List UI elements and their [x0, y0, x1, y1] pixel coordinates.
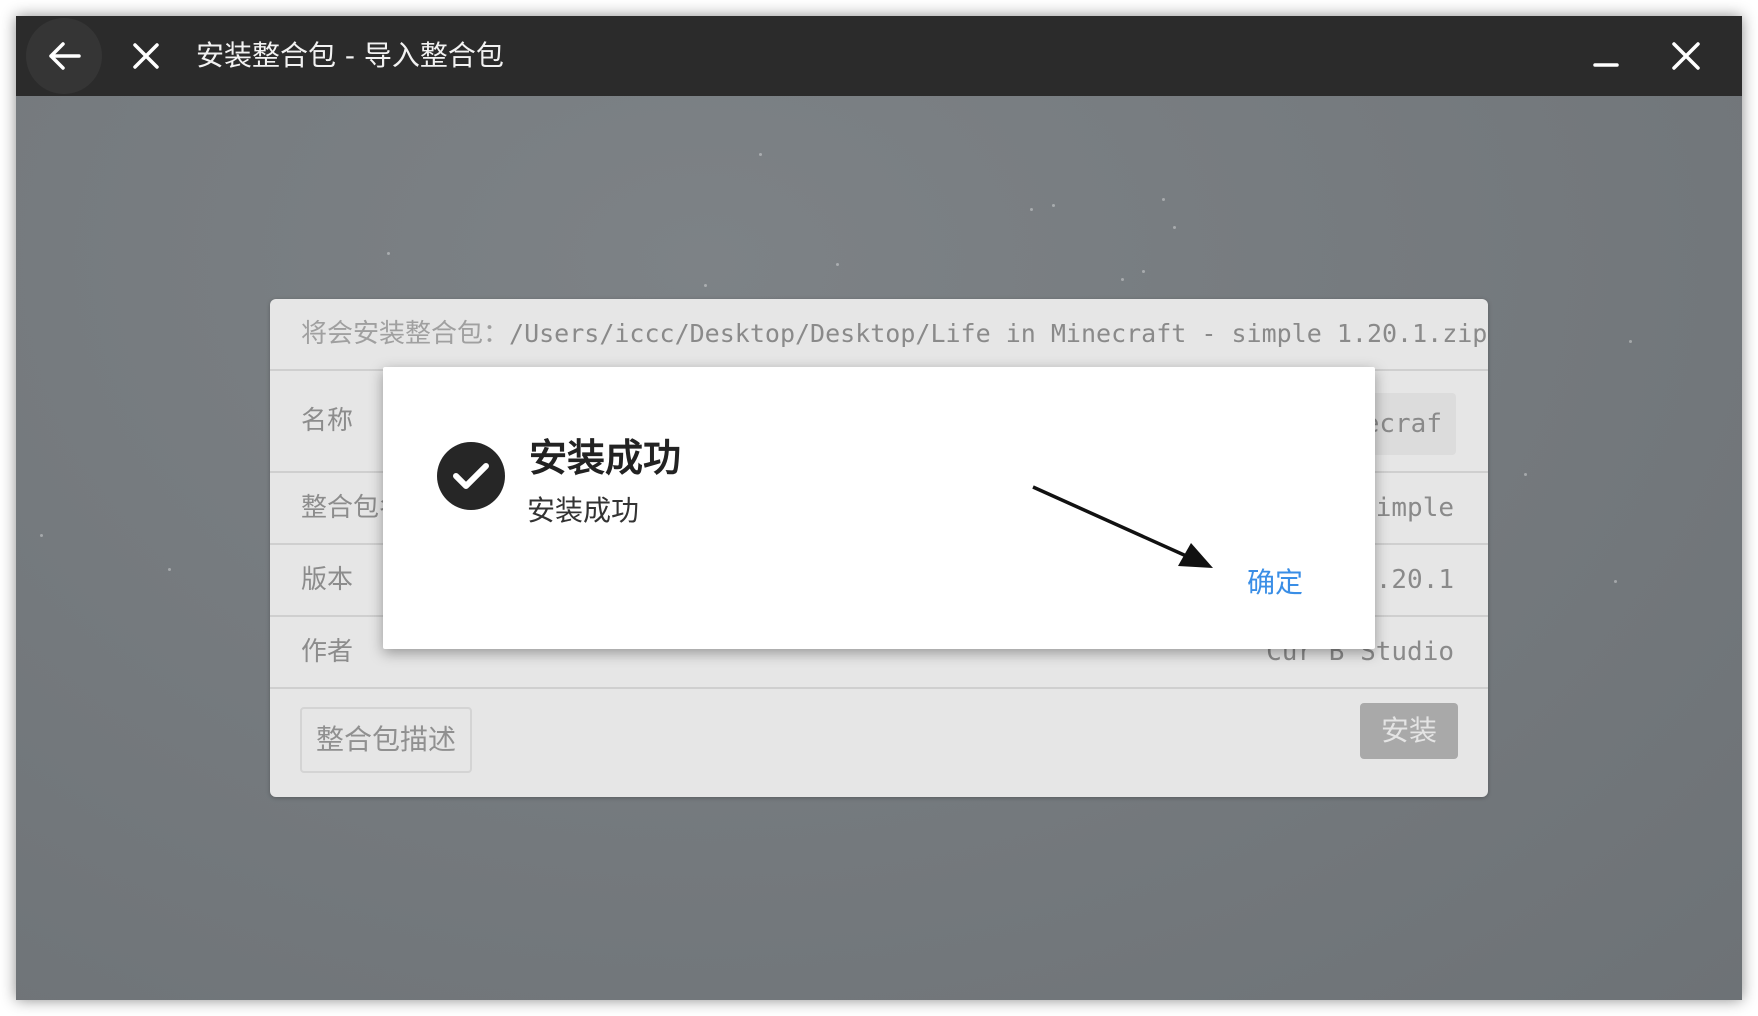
close-icon	[1672, 42, 1700, 70]
close-window-button[interactable]	[1646, 16, 1726, 96]
name-label: 名称	[301, 406, 354, 436]
success-dialog: 安装成功 安装成功 确定	[383, 367, 1375, 649]
close-page-button[interactable]	[106, 16, 186, 96]
arrow-left-icon	[49, 42, 81, 70]
version-label: 版本	[301, 565, 354, 595]
install-path-value: /Users/iccc/Desktop/Desktop/Life in Mine…	[509, 319, 1488, 348]
close-icon	[133, 43, 159, 69]
install-button[interactable]: 安装	[1360, 703, 1458, 759]
ok-button[interactable]: 确定	[1247, 561, 1303, 601]
window-title: 安装整合包 - 导入整合包	[196, 39, 504, 72]
install-path-row: 将会安装整合包：/Users/iccc/Desktop/Desktop/Life…	[270, 299, 1488, 371]
description-button[interactable]: 整合包描述	[300, 707, 472, 773]
install-path-label: 将会安装整合包：	[301, 319, 510, 349]
check-circle-icon	[437, 442, 505, 510]
minimize-button[interactable]	[1566, 16, 1646, 96]
dialog-title: 安装成功	[529, 436, 682, 480]
title-bar: 安装整合包 - 导入整合包	[16, 16, 1742, 96]
author-label: 作者	[301, 637, 354, 667]
app-window: 安装整合包 - 导入整合包 将会安装整合包：/Users/iccc/Deskto…	[16, 16, 1742, 1000]
dialog-message: 安装成功	[527, 494, 640, 527]
minimize-icon	[1593, 63, 1619, 67]
back-button[interactable]	[24, 16, 104, 96]
